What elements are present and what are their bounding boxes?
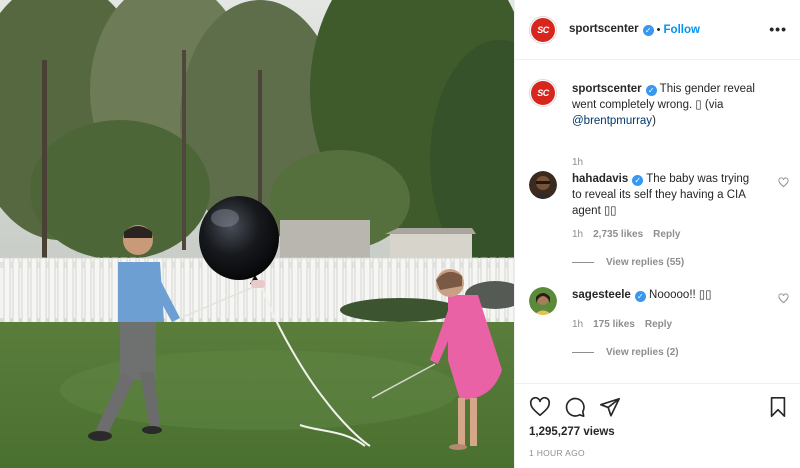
comments-section[interactable]: SC sportscenter ✓ This gender reveal went… <box>515 61 800 383</box>
fence-picket <box>327 257 335 325</box>
like-comment-heart-icon[interactable] <box>778 293 789 304</box>
fence-picket <box>336 257 344 325</box>
fence-picket <box>102 257 110 325</box>
caption-username[interactable]: sportscenter <box>572 83 642 95</box>
comment-text: sagesteele ✓ Nooooo!! ▯▯ <box>572 287 757 303</box>
post-sidebar: SC sportscenter ✓ • Follow ••• SC sportsc… <box>514 0 800 468</box>
share-icon[interactable] <box>599 396 621 418</box>
fence-picket <box>39 257 47 325</box>
comment-item: hahadavis ✓ The baby was trying to reveal… <box>529 171 789 271</box>
post-header: SC sportscenter ✓ • Follow ••• <box>515 0 800 60</box>
comment-time: 1h <box>572 229 584 240</box>
view-replies-label: View replies (2) <box>606 347 679 358</box>
fence-picket <box>48 257 56 325</box>
replies-divider <box>572 262 594 263</box>
fence-picket <box>12 257 20 325</box>
sportscenter-logo-icon: SC <box>531 17 555 42</box>
avatar[interactable] <box>529 171 557 199</box>
post-username[interactable]: sportscenter ✓ <box>569 23 654 36</box>
comment-username[interactable]: hahadavis <box>572 173 628 185</box>
fence-picket <box>318 257 326 325</box>
fence-picket <box>273 257 281 325</box>
like-comment-heart-icon[interactable] <box>778 177 789 188</box>
verified-badge-icon: ✓ <box>632 175 644 186</box>
house <box>280 220 370 260</box>
caption-timestamp: 1h <box>572 157 584 168</box>
caption-via: (via <box>701 99 724 111</box>
dot-separator: • <box>656 23 661 36</box>
post-actions: 1,295,277 views 1 HOUR AGO <box>515 383 800 468</box>
fence-picket <box>192 257 200 325</box>
comment-time: 1h <box>572 319 584 330</box>
fence-picket <box>309 257 317 325</box>
fence-picket <box>75 257 83 325</box>
comment-username[interactable]: sagesteele <box>572 289 631 301</box>
comment-icon[interactable] <box>564 396 586 418</box>
post-timestamp: 1 HOUR AGO <box>529 448 585 458</box>
caption-avatar[interactable]: SC <box>529 79 557 107</box>
fence-picket <box>66 257 74 325</box>
heart-icon[interactable] <box>529 396 551 418</box>
comment-meta: 1h 2,735 likes Reply <box>572 229 690 240</box>
fence-picket <box>93 257 101 325</box>
fence-picket <box>300 257 308 325</box>
avatar[interactable]: SC <box>529 15 557 44</box>
comment-item: sagesteele ✓ Nooooo!! ▯▯ 1h 175 likes Reply… <box>529 287 789 377</box>
sportscenter-logo-icon: SC <box>531 81 555 105</box>
view-replies-button[interactable]: View replies (55) <box>572 257 684 268</box>
fence-picket <box>291 257 299 325</box>
fence-picket <box>57 257 65 325</box>
follow-button[interactable]: Follow <box>664 24 700 36</box>
bookmark-icon[interactable] <box>767 396 789 418</box>
replies-divider <box>572 352 594 353</box>
view-replies-button[interactable]: View replies (2) <box>572 347 679 358</box>
verified-badge-icon: ✓ <box>642 25 654 36</box>
avatar[interactable] <box>529 287 557 315</box>
fence-picket <box>282 257 290 325</box>
verified-badge-icon: ✓ <box>645 85 657 96</box>
comment-body: Nooooo!! ▯▯ <box>649 289 712 301</box>
caption-close: ) <box>652 115 656 127</box>
comment-likes[interactable]: 2,735 likes <box>593 229 643 240</box>
view-replies-label: View replies (55) <box>606 257 685 268</box>
action-icon-row <box>529 396 621 418</box>
view-count[interactable]: 1,295,277 views <box>529 426 615 438</box>
mention-link[interactable]: @brentpmurray <box>572 115 652 127</box>
fence-picket <box>201 257 209 325</box>
fence-picket <box>21 257 29 325</box>
reply-button[interactable]: Reply <box>653 229 680 240</box>
fence-picket <box>111 257 119 325</box>
comment-text: hahadavis ✓ The baby was trying to reveal… <box>572 171 757 219</box>
username-text[interactable]: sportscenter <box>569 23 639 35</box>
comment-meta: 1h 175 likes Reply <box>572 319 682 330</box>
verified-badge-icon: ✓ <box>634 291 646 302</box>
fence-picket <box>84 257 92 325</box>
fence-picket <box>30 257 38 325</box>
caption-text: sportscenter ✓ This gender reveal went co… <box>572 81 772 129</box>
fence-picket <box>3 257 11 325</box>
reply-button[interactable]: Reply <box>645 319 672 330</box>
comment-likes[interactable]: 175 likes <box>593 319 635 330</box>
more-options-icon[interactable]: ••• <box>769 22 787 36</box>
post-video[interactable] <box>0 0 514 468</box>
video-frame <box>0 0 514 468</box>
